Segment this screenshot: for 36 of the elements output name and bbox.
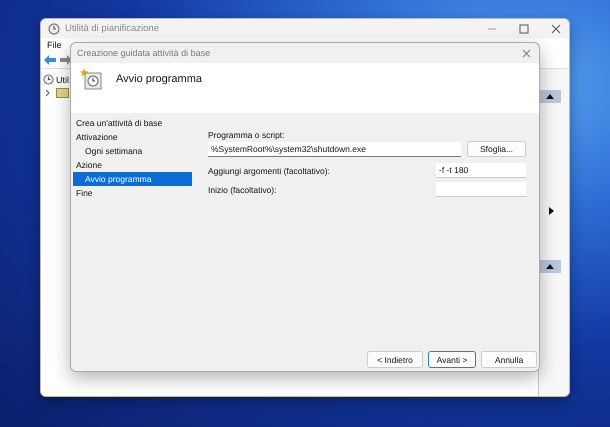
submenu-arrow-icon [549, 207, 554, 215]
collapse-icon[interactable] [546, 94, 554, 99]
window-title: Utilità di pianificazione [65, 23, 160, 34]
scheduled-clock-icon [80, 68, 102, 90]
step-item[interactable]: Attivazione [73, 130, 192, 144]
input-field[interactable]: %SystemRoot%\system32\shutdown.exe [208, 142, 461, 156]
step-item[interactable]: Avvio programma [73, 172, 192, 186]
dialog-button[interactable]: < Indietro [367, 351, 423, 368]
back-arrow-icon[interactable] [44, 55, 56, 65]
dialog-title: Creazione guidata attività di base [77, 48, 210, 58]
menu-item[interactable]: File [47, 40, 62, 50]
collapse-icon[interactable] [546, 264, 554, 269]
pane-header[interactable] [539, 90, 561, 103]
dialog-button[interactable]: Avanti > [428, 351, 476, 368]
step-item[interactable]: Azione [73, 158, 192, 172]
close-icon[interactable] [522, 48, 531, 58]
step-item[interactable]: Ogni settimana [73, 144, 192, 158]
input-field[interactable]: -f -t 180 [436, 163, 526, 178]
field-label: Inizio (facoltativo): [208, 184, 276, 194]
field-label: Programma o script: [208, 130, 286, 141]
clock-icon [48, 22, 60, 34]
folder-icon [56, 87, 69, 98]
dialog-button[interactable]: Annulla [481, 351, 537, 368]
browse-button[interactable]: Sfoglia... [467, 141, 526, 157]
step-item[interactable]: Crea un'attività di base [73, 116, 192, 130]
header-title: Avvio programma [116, 73, 202, 85]
close-icon[interactable] [551, 24, 561, 34]
maximize-icon[interactable] [519, 24, 529, 34]
forward-arrow-icon[interactable] [60, 55, 72, 65]
clock-icon [43, 74, 54, 85]
pane-header[interactable] [539, 260, 561, 273]
step-item[interactable]: Fine [73, 186, 192, 200]
field-label: Aggiungi argomenti (facoltativo): [208, 166, 330, 176]
input-field[interactable] [436, 182, 526, 197]
chevron-icon[interactable] [45, 88, 51, 96]
tree-item[interactable]: Util [56, 74, 69, 84]
